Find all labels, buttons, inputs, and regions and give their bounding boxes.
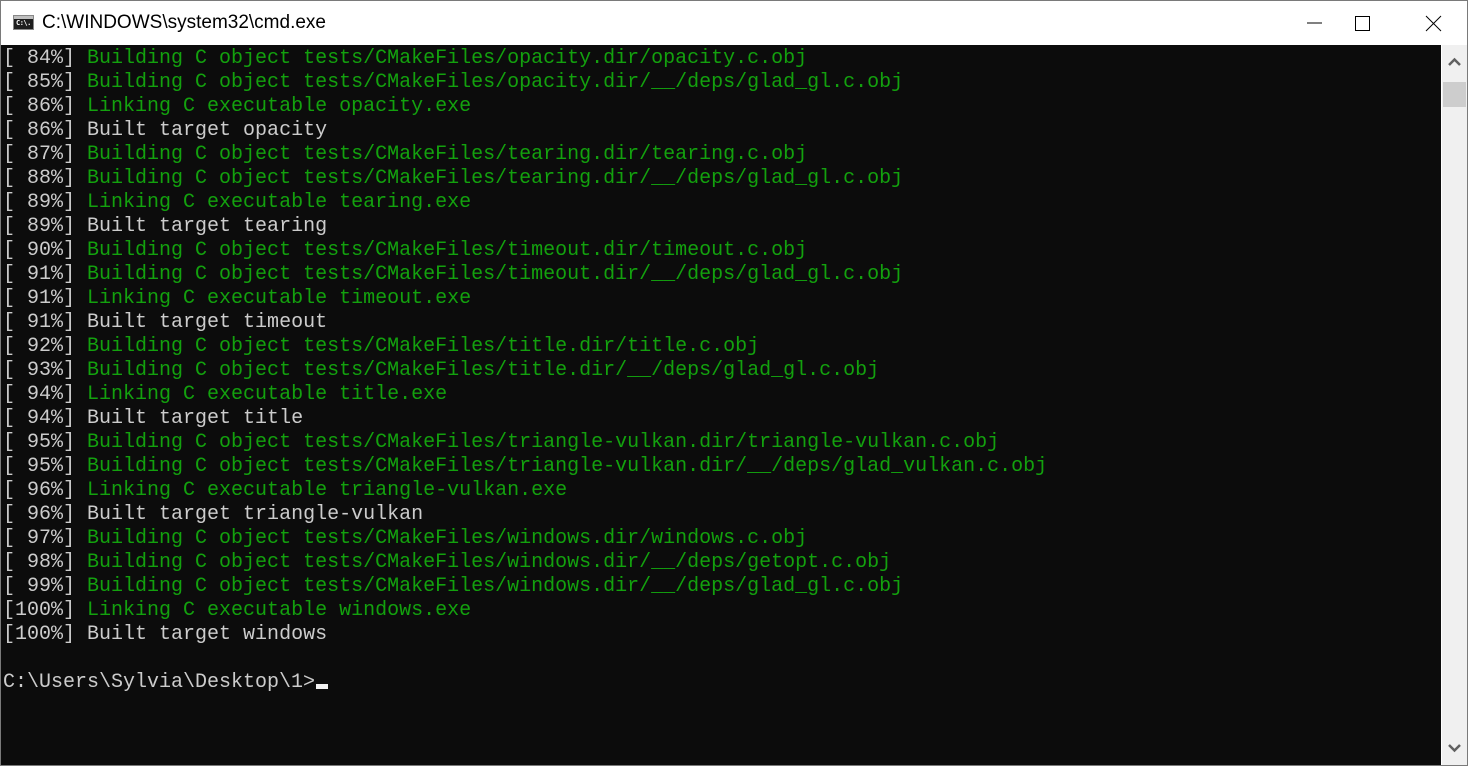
console-line: [ 86%] Built target opacity [3, 119, 1047, 143]
progress-percent: [ 94%] [3, 383, 76, 406]
maximize-icon [1355, 16, 1370, 31]
console-line: [ 92%] Building C object tests/CMakeFile… [3, 335, 1047, 359]
cmd-app-icon[interactable]: C:\. [13, 15, 34, 30]
window-title: C:\WINDOWS\system32\cmd.exe [42, 12, 326, 33]
progress-percent: [ 90%] [3, 239, 76, 262]
build-message: Linking C executable tearing.exe [87, 191, 472, 214]
progress-percent: [ 98%] [3, 551, 76, 574]
scroll-down-button[interactable] [1442, 731, 1467, 765]
console-line: [ 90%] Building C object tests/CMakeFile… [3, 239, 1047, 263]
build-message: Building C object tests/CMakeFiles/title… [87, 335, 760, 358]
build-message: Building C object tests/CMakeFiles/windo… [87, 551, 892, 574]
progress-percent: [100%] [3, 599, 76, 622]
console-line: [ 91%] Linking C executable timeout.exe [3, 287, 1047, 311]
title-bar[interactable]: C:\. C:\WINDOWS\system32\cmd.exe [1, 1, 1467, 45]
console-line: [ 95%] Building C object tests/CMakeFile… [3, 431, 1047, 455]
close-button[interactable] [1398, 1, 1468, 45]
console-line: [100%] Built target windows [3, 623, 1047, 647]
build-message: Building C object tests/CMakeFiles/timeo… [87, 263, 904, 286]
console-line: [ 98%] Building C object tests/CMakeFile… [3, 551, 1047, 575]
progress-percent: [ 95%] [3, 431, 76, 454]
scroll-thumb[interactable] [1443, 82, 1466, 107]
build-message: Building C object tests/CMakeFiles/timeo… [87, 239, 808, 262]
console-line: [ 97%] Building C object tests/CMakeFile… [3, 527, 1047, 551]
progress-percent: [ 89%] [3, 191, 76, 214]
progress-percent: [ 84%] [3, 47, 76, 70]
console-line: [ 94%] Linking C executable title.exe [3, 383, 1047, 407]
build-message: Building C object tests/CMakeFiles/teari… [87, 167, 904, 190]
progress-percent: [ 91%] [3, 263, 76, 286]
console-line: [ 95%] Building C object tests/CMakeFile… [3, 455, 1047, 479]
build-message: Building C object tests/CMakeFiles/trian… [87, 431, 1000, 454]
text-cursor [316, 684, 329, 689]
scroll-up-button[interactable] [1442, 45, 1467, 79]
console-line: [ 91%] Building C object tests/CMakeFile… [3, 263, 1047, 287]
progress-percent: [ 91%] [3, 311, 76, 334]
progress-percent: [ 86%] [3, 95, 76, 118]
console-line: [ 96%] Linking C executable triangle-vul… [3, 479, 1047, 503]
progress-percent: [ 96%] [3, 503, 76, 526]
progress-percent: [ 99%] [3, 575, 76, 598]
close-icon [1425, 15, 1442, 32]
progress-percent: [ 88%] [3, 167, 76, 190]
build-message: Built target timeout [87, 311, 328, 334]
build-message: Building C object tests/CMakeFiles/trian… [87, 455, 1048, 478]
console-line: [100%] Linking C executable windows.exe [3, 599, 1047, 623]
console-line: [ 88%] Building C object tests/CMakeFile… [3, 167, 1047, 191]
console-lines: [ 84%] Building C object tests/CMakeFile… [3, 47, 1047, 695]
build-message: Building C object tests/CMakeFiles/title… [87, 359, 880, 382]
progress-percent: [ 91%] [3, 287, 76, 310]
build-message: Building C object tests/CMakeFiles/teari… [87, 143, 808, 166]
progress-percent: [ 85%] [3, 71, 76, 94]
command-prompt: C:\Users\Sylvia\Desktop\1> [3, 671, 316, 694]
progress-percent: [ 89%] [3, 215, 76, 238]
console-line: [ 99%] Building C object tests/CMakeFile… [3, 575, 1047, 599]
app-icon-text: C:\. [16, 19, 31, 27]
build-message: Building C object tests/CMakeFiles/opaci… [87, 71, 904, 94]
console-output[interactable]: [ 84%] Building C object tests/CMakeFile… [1, 45, 1441, 765]
build-message: Built target title [87, 407, 304, 430]
build-message: Linking C executable triangle-vulkan.exe [87, 479, 568, 502]
console-line: [ 89%] Built target tearing [3, 215, 1047, 239]
build-message: Building C object tests/CMakeFiles/windo… [87, 575, 904, 598]
chevron-down-icon [1448, 744, 1461, 753]
build-message: Built target opacity [87, 119, 328, 142]
build-message: Linking C executable opacity.exe [87, 95, 472, 118]
build-message: Building C object tests/CMakeFiles/opaci… [87, 47, 808, 70]
progress-percent: [ 95%] [3, 455, 76, 478]
console-line: [ 89%] Linking C executable tearing.exe [3, 191, 1047, 215]
progress-percent: [ 87%] [3, 143, 76, 166]
prompt-line[interactable]: C:\Users\Sylvia\Desktop\1> [3, 671, 1047, 695]
build-message: Built target tearing [87, 215, 328, 238]
build-message: Linking C executable timeout.exe [87, 287, 472, 310]
cmd-window: C:\. C:\WINDOWS\system32\cmd.exe [ 84%] … [0, 0, 1468, 766]
console-line: [ 96%] Built target triangle-vulkan [3, 503, 1047, 527]
build-message: Built target triangle-vulkan [87, 503, 424, 526]
progress-percent: [ 96%] [3, 479, 76, 502]
build-message: Linking C executable windows.exe [87, 599, 472, 622]
maximize-button[interactable] [1326, 1, 1396, 45]
console-line: [ 84%] Building C object tests/CMakeFile… [3, 47, 1047, 71]
progress-percent: [ 93%] [3, 359, 76, 382]
build-message: Building C object tests/CMakeFiles/windo… [87, 527, 808, 550]
progress-percent: [ 92%] [3, 335, 76, 358]
console-line: [ 86%] Linking C executable opacity.exe [3, 95, 1047, 119]
build-message: Built target windows [87, 623, 328, 646]
progress-percent: [ 86%] [3, 119, 76, 142]
progress-percent: [100%] [3, 623, 76, 646]
console-line: [ 94%] Built target title [3, 407, 1047, 431]
build-message: Linking C executable title.exe [87, 383, 448, 406]
console-line: [ 85%] Building C object tests/CMakeFile… [3, 71, 1047, 95]
console-line: [ 91%] Built target timeout [3, 311, 1047, 335]
console-line: [ 87%] Building C object tests/CMakeFile… [3, 143, 1047, 167]
console-line: [ 93%] Building C object tests/CMakeFile… [3, 359, 1047, 383]
progress-percent: [ 94%] [3, 407, 76, 430]
progress-percent: [ 97%] [3, 527, 76, 550]
vertical-scrollbar[interactable] [1442, 45, 1467, 765]
chevron-up-icon [1448, 57, 1461, 66]
